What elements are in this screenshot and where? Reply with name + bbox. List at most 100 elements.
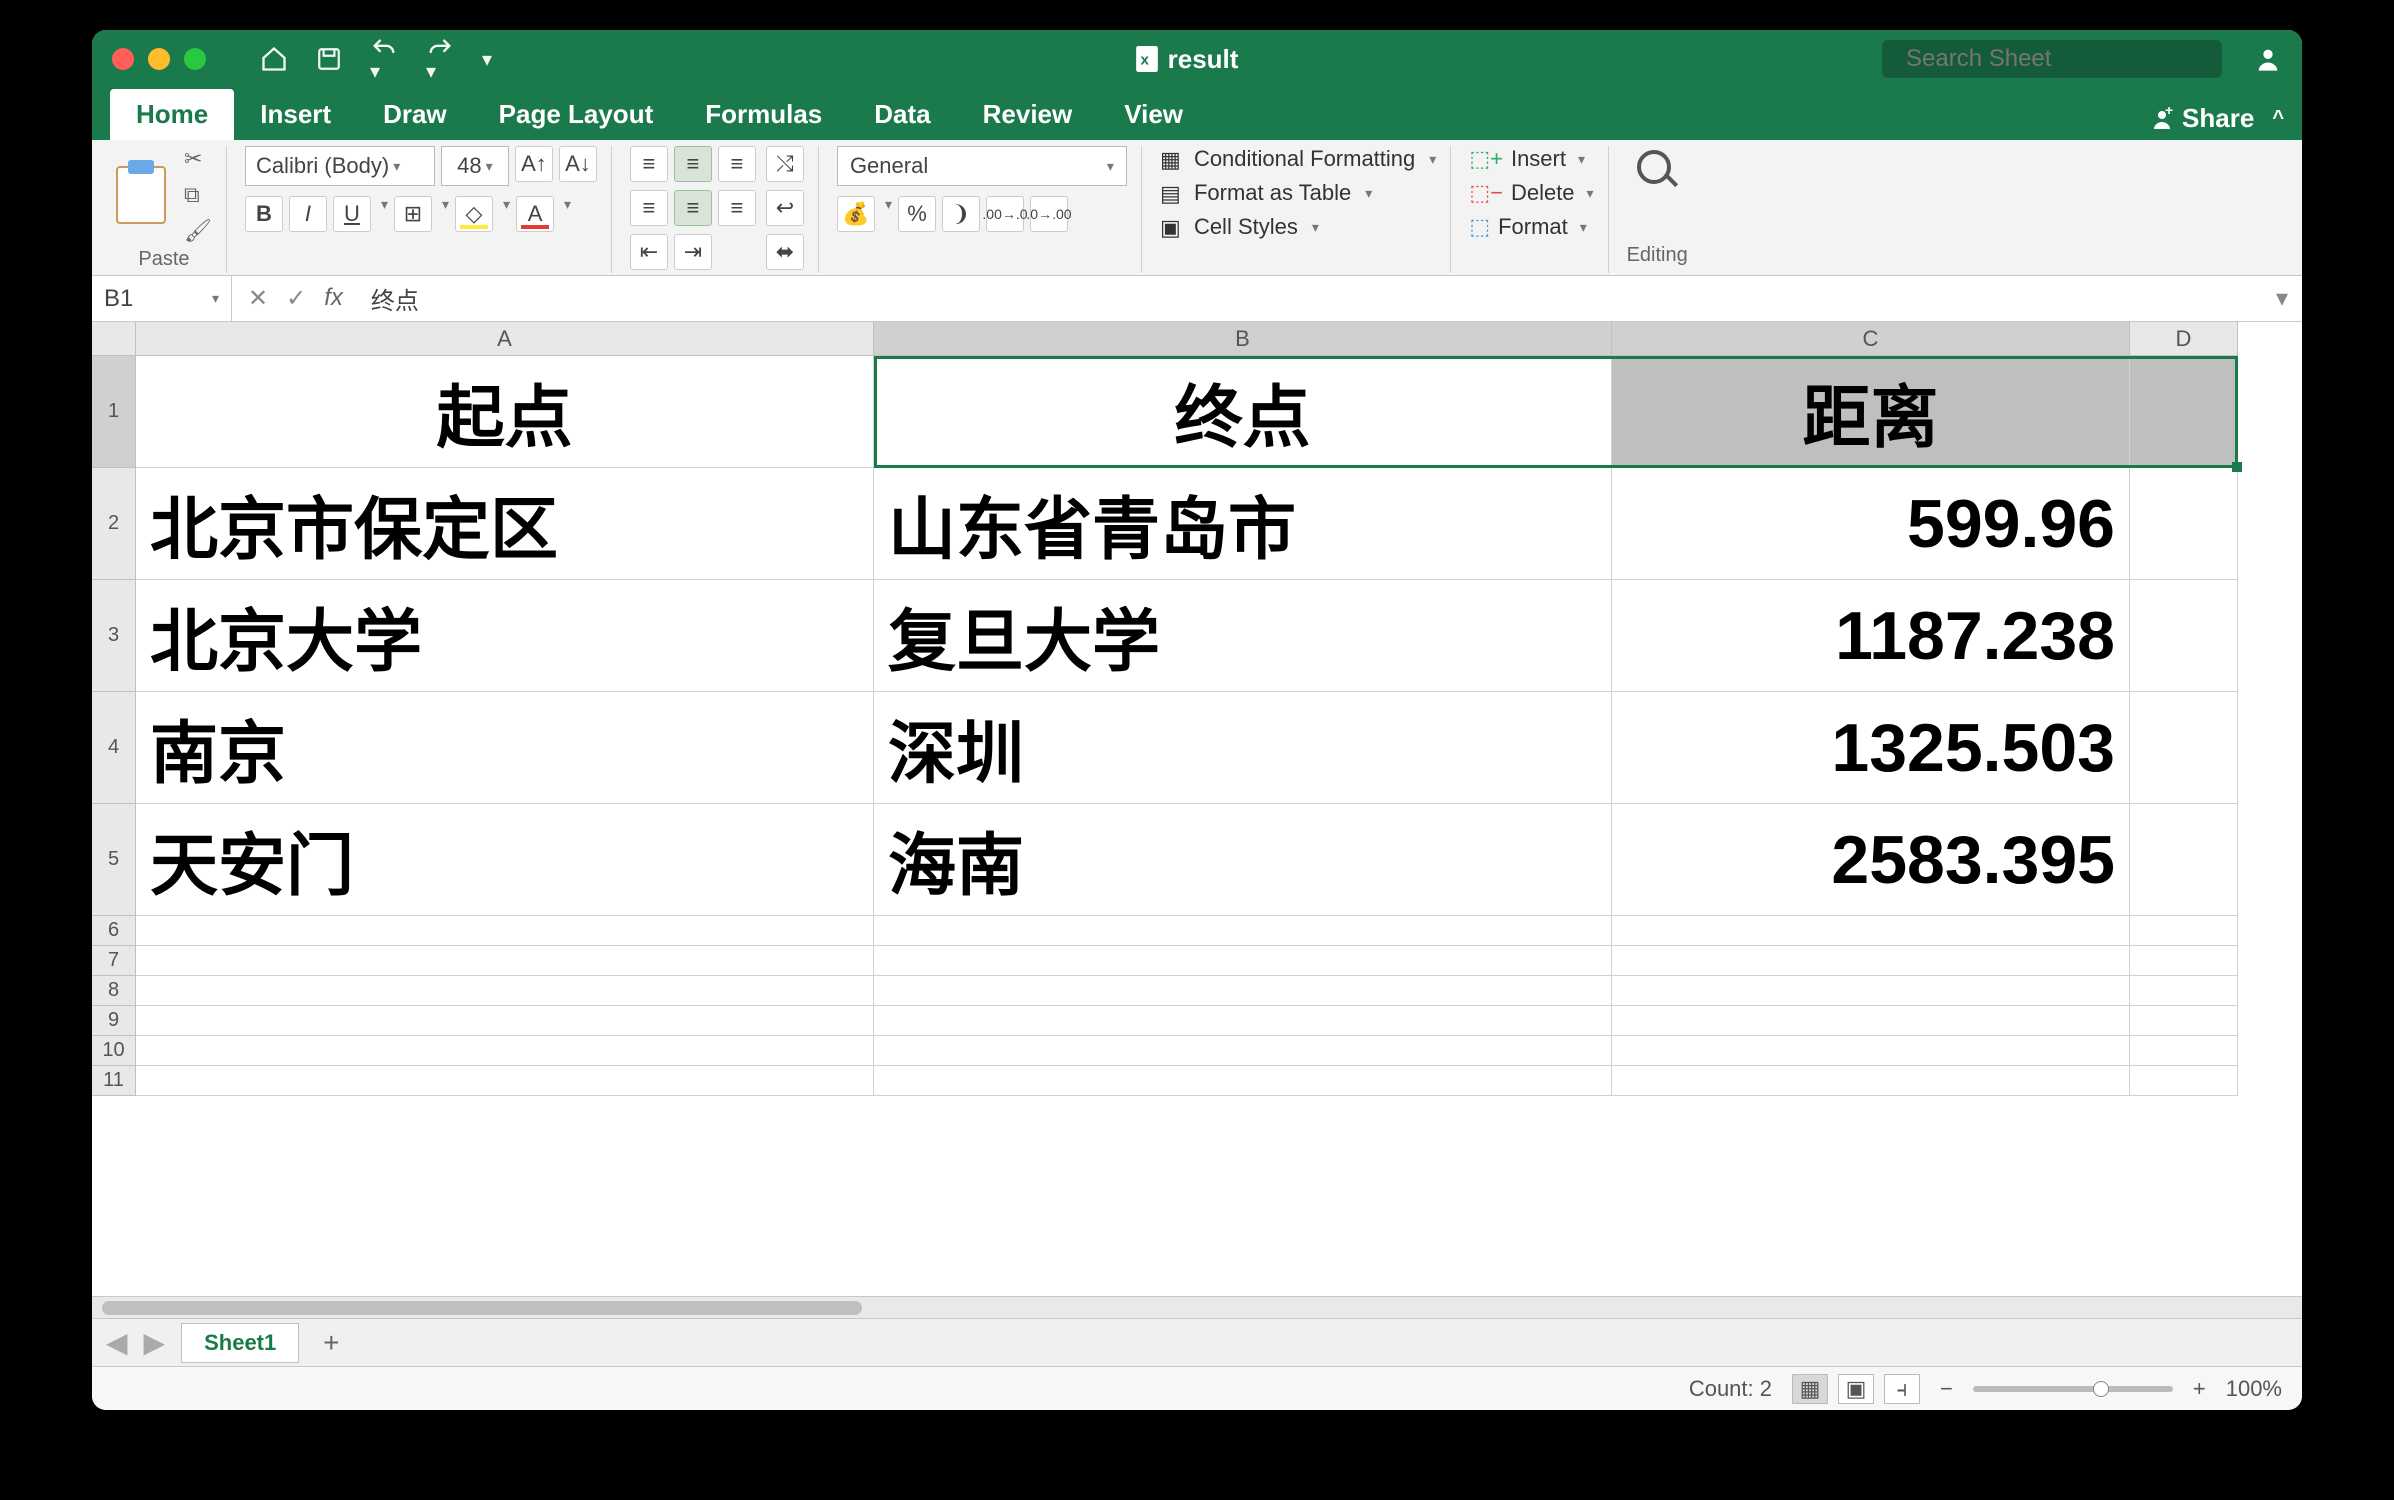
increase-font-icon[interactable]: A↑ <box>515 146 553 182</box>
cell-styles-button[interactable]: ▣Cell Styles▾ <box>1160 214 1436 240</box>
cell-c7[interactable] <box>1612 946 2130 976</box>
zoom-slider[interactable] <box>1973 1386 2173 1392</box>
cell-b9[interactable] <box>874 1006 1612 1036</box>
cell-c1[interactable]: 距离 <box>1612 356 2130 468</box>
tab-page-layout[interactable]: Page Layout <box>473 89 680 140</box>
tab-data[interactable]: Data <box>848 89 956 140</box>
decrease-decimal-button[interactable]: .0→.00 <box>1030 196 1068 232</box>
tab-draw[interactable]: Draw <box>357 89 473 140</box>
prev-sheet-icon[interactable]: ◀ <box>106 1326 128 1359</box>
cell-d1[interactable] <box>2130 356 2238 468</box>
currency-button[interactable]: 💰 <box>837 196 875 232</box>
zoom-out-button[interactable]: − <box>1940 1376 1953 1402</box>
row-header-4[interactable]: 4 <box>92 692 136 804</box>
cell-a9[interactable] <box>136 1006 874 1036</box>
orientation-button[interactable]: ⤭ <box>766 146 804 182</box>
cell-b8[interactable] <box>874 976 1612 1006</box>
save-icon[interactable] <box>316 46 342 72</box>
cell-d6[interactable] <box>2130 916 2238 946</box>
collapse-ribbon-icon[interactable]: ^ <box>2272 107 2284 130</box>
cell-b4[interactable]: 深圳 <box>874 692 1612 804</box>
worksheet[interactable]: A B C D 1 起点 终点 距离 2北京市保定区山东省青岛市599.963北… <box>92 322 2302 1296</box>
number-format-select[interactable]: General▾ <box>837 146 1127 186</box>
cell-d9[interactable] <box>2130 1006 2238 1036</box>
name-box[interactable]: B1▾ <box>92 276 232 321</box>
tab-insert[interactable]: Insert <box>234 89 357 140</box>
cell-c6[interactable] <box>1612 916 2130 946</box>
font-color-button[interactable]: A <box>516 196 554 232</box>
cell-d10[interactable] <box>2130 1036 2238 1066</box>
cell-a7[interactable] <box>136 946 874 976</box>
row-header-9[interactable]: 9 <box>92 1006 136 1036</box>
borders-button[interactable]: ⊞ <box>394 196 432 232</box>
next-sheet-icon[interactable]: ▶ <box>144 1326 166 1359</box>
cell-b3[interactable]: 复旦大学 <box>874 580 1612 692</box>
page-layout-view-button[interactable]: ▣ <box>1838 1374 1874 1404</box>
cell-b7[interactable] <box>874 946 1612 976</box>
cancel-formula-icon[interactable]: ✕ <box>248 284 268 313</box>
share-button[interactable]: + Share <box>2150 103 2254 134</box>
cut-icon[interactable]: ✂ <box>184 146 212 172</box>
font-name-select[interactable]: Calibri (Body)▾ <box>245 146 435 186</box>
cell-d11[interactable] <box>2130 1066 2238 1096</box>
row-header-7[interactable]: 7 <box>92 946 136 976</box>
cell-a1[interactable]: 起点 <box>136 356 874 468</box>
zoom-level[interactable]: 100% <box>2226 1376 2282 1402</box>
underline-button[interactable]: U <box>333 196 371 232</box>
row-header-8[interactable]: 8 <box>92 976 136 1006</box>
decrease-font-icon[interactable]: A↓ <box>559 146 597 182</box>
cell-d8[interactable] <box>2130 976 2238 1006</box>
cell-c9[interactable] <box>1612 1006 2130 1036</box>
search-box[interactable] <box>1882 40 2222 78</box>
align-center-button[interactable]: ≡ <box>674 190 712 226</box>
increase-indent-button[interactable]: ⇥ <box>674 234 712 270</box>
tab-formulas[interactable]: Formulas <box>679 89 848 140</box>
cell-c8[interactable] <box>1612 976 2130 1006</box>
cell-a11[interactable] <box>136 1066 874 1096</box>
decrease-indent-button[interactable]: ⇤ <box>630 234 668 270</box>
row-header-1[interactable]: 1 <box>92 356 136 468</box>
cell-a5[interactable]: 天安门 <box>136 804 874 916</box>
cell-a8[interactable] <box>136 976 874 1006</box>
cell-b1[interactable]: 终点 <box>874 356 1612 468</box>
cell-a6[interactable] <box>136 916 874 946</box>
find-button[interactable] <box>1627 146 1688 194</box>
comma-button[interactable]: ❩ <box>942 196 980 232</box>
paste-button[interactable] <box>116 166 166 224</box>
cell-d7[interactable] <box>2130 946 2238 976</box>
normal-view-button[interactable]: ▦ <box>1792 1374 1828 1404</box>
add-sheet-button[interactable]: + <box>315 1327 347 1359</box>
format-painter-icon[interactable]: 🖌 <box>184 218 212 244</box>
qat-customize-icon[interactable]: ▾ <box>482 47 492 72</box>
cell-b6[interactable] <box>874 916 1612 946</box>
insert-cells-button[interactable]: ⬚+Insert▾ <box>1469 146 1593 172</box>
cell-c5[interactable]: 2583.395 <box>1612 804 2130 916</box>
copy-icon[interactable]: ⧉ <box>184 182 212 208</box>
cell-c11[interactable] <box>1612 1066 2130 1096</box>
tab-home[interactable]: Home <box>110 89 234 140</box>
align-left-button[interactable]: ≡ <box>630 190 668 226</box>
cell-d2[interactable] <box>2130 468 2238 580</box>
zoom-in-button[interactable]: + <box>2193 1376 2206 1402</box>
col-header-a[interactable]: A <box>136 322 874 356</box>
cell-a3[interactable]: 北京大学 <box>136 580 874 692</box>
percent-button[interactable]: % <box>898 196 936 232</box>
row-header-2[interactable]: 2 <box>92 468 136 580</box>
cell-d4[interactable] <box>2130 692 2238 804</box>
accept-formula-icon[interactable]: ✓ <box>286 284 306 313</box>
row-header-11[interactable]: 11 <box>92 1066 136 1096</box>
merge-button[interactable]: ⬌ <box>766 234 804 270</box>
minimize-window-button[interactable] <box>148 48 170 70</box>
selection-handle[interactable] <box>2232 462 2242 472</box>
formula-input[interactable]: 终点 <box>359 281 2262 316</box>
bold-button[interactable]: B <box>245 196 283 232</box>
row-header-3[interactable]: 3 <box>92 580 136 692</box>
col-header-b[interactable]: B <box>874 322 1612 356</box>
cell-a10[interactable] <box>136 1036 874 1066</box>
cell-c10[interactable] <box>1612 1036 2130 1066</box>
align-middle-button[interactable]: ≡ <box>674 146 712 182</box>
cell-b10[interactable] <box>874 1036 1612 1066</box>
increase-decimal-button[interactable]: .00→.0 <box>986 196 1024 232</box>
cell-a4[interactable]: 南京 <box>136 692 874 804</box>
delete-cells-button[interactable]: ⬚−Delete▾ <box>1469 180 1593 206</box>
